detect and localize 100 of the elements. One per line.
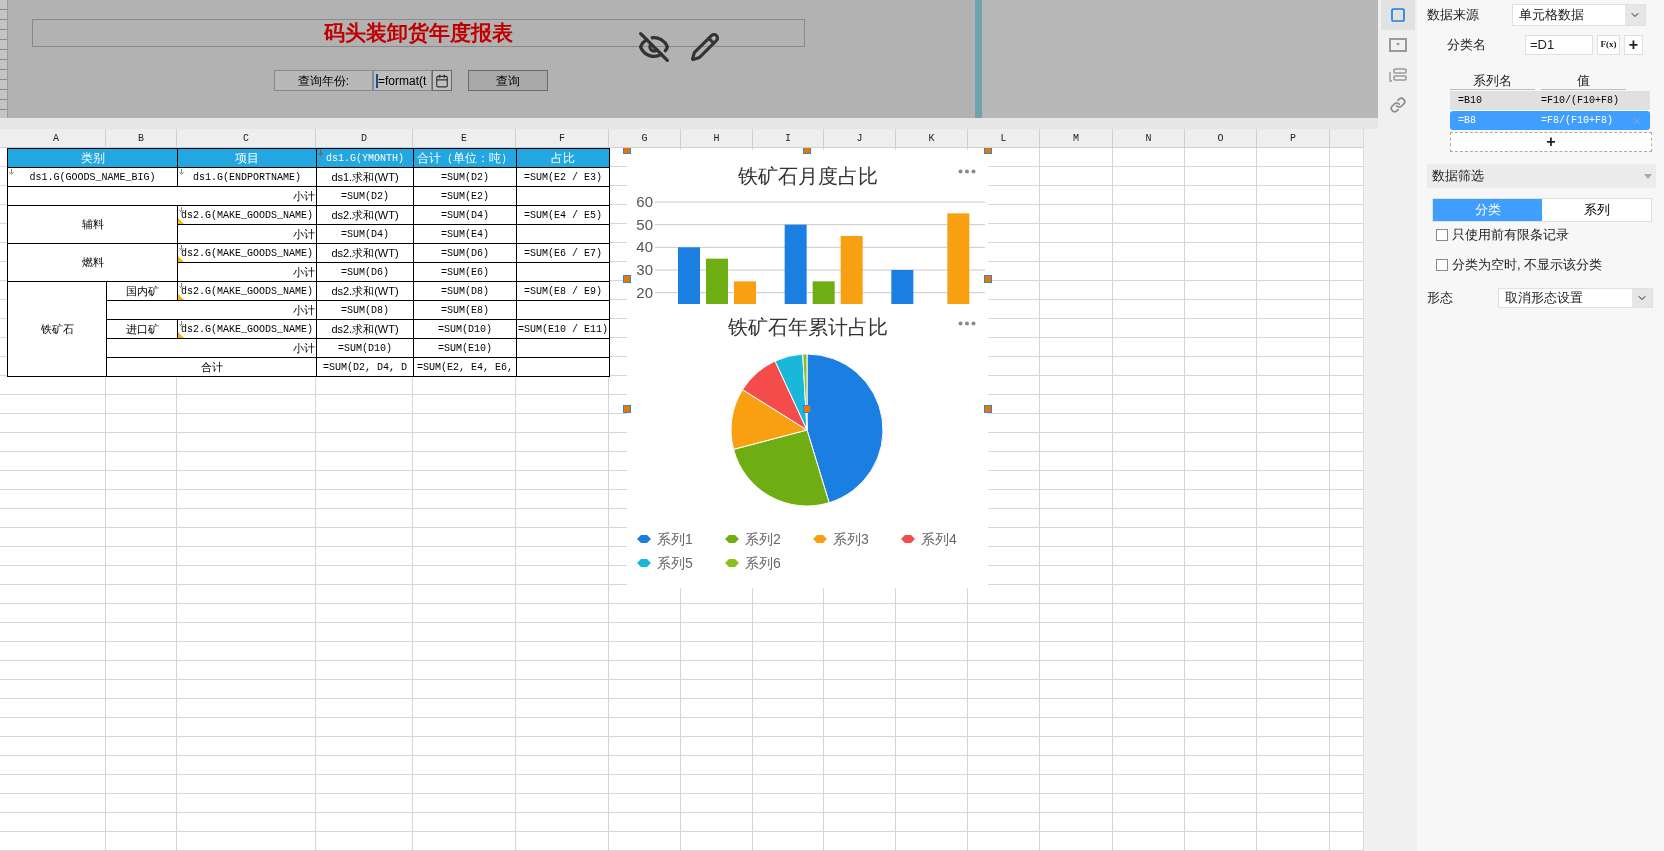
series-column-header: 系列名 — [1450, 71, 1535, 90]
column-letter[interactable]: K — [896, 129, 968, 147]
add-button[interactable]: + — [1624, 35, 1643, 55]
corner-triangle-icon — [178, 332, 184, 338]
add-series-button[interactable]: + — [1450, 132, 1652, 152]
calendar-button[interactable] — [432, 70, 452, 91]
column-letter[interactable]: I — [753, 129, 824, 147]
source-select[interactable]: 单元格数据 — [1512, 4, 1646, 26]
field-label: 分类名 — [1446, 36, 1487, 55]
calendar-icon — [435, 73, 449, 88]
resize-handle[interactable] — [803, 405, 811, 413]
style-select[interactable]: 取消形态设置 — [1498, 288, 1653, 308]
column-letter[interactable]: B — [106, 129, 177, 147]
field-label: 形态 — [1427, 289, 1454, 308]
series-name: =B10 — [1457, 94, 1483, 108]
resize-handle[interactable] — [984, 148, 992, 154]
table-cell: 辅料 — [7, 205, 178, 244]
frame-icon — [1389, 7, 1406, 23]
link-icon — [1389, 97, 1406, 113]
resize-handle[interactable] — [623, 275, 631, 283]
resize-handle[interactable] — [984, 405, 992, 413]
corner-triangle-icon — [178, 218, 184, 224]
legend-label[interactable]: 系列6 — [745, 552, 781, 574]
legend-label[interactable]: 系列1 — [657, 528, 693, 550]
side-tab[interactable] — [1380, 0, 1415, 30]
checkbox-label[interactable]: 只使用前有限条记录 — [1452, 225, 1569, 245]
y-axis-label: 40 — [636, 238, 653, 256]
query-label: 查询年份: — [274, 70, 373, 91]
legend-label[interactable]: 系列2 — [745, 528, 781, 550]
column-letter[interactable]: M — [1040, 129, 1113, 147]
more-icon[interactable] — [958, 169, 976, 174]
series-row[interactable]: =B10 =F10/(F10+F8) — [1450, 91, 1650, 110]
delete-icon[interactable] — [1632, 115, 1642, 126]
expand-arrow-icon — [179, 169, 184, 175]
series-name: =B8 — [1457, 114, 1477, 128]
section-title: 数据筛选 — [1432, 167, 1485, 186]
resize-handle[interactable] — [623, 405, 631, 413]
resize-handle[interactable] — [803, 148, 811, 154]
bar — [734, 281, 756, 304]
table-cell: 铁矿石 — [7, 281, 107, 377]
column-letter[interactable]: C — [177, 129, 316, 147]
y-axis-label: 30 — [636, 261, 653, 278]
column-letter[interactable]: J — [824, 129, 896, 147]
bar — [678, 247, 700, 304]
y-axis-label: 20 — [636, 283, 653, 301]
hidden-icon[interactable] — [638, 31, 670, 63]
bar — [840, 236, 863, 304]
column-header: 类别 — [7, 148, 178, 168]
checkbox-label[interactable]: 分类为空时, 不显示该分类 — [1452, 255, 1603, 275]
column-letter[interactable]: P — [1257, 129, 1330, 147]
chart-title: 铁矿石月度占比 — [737, 164, 878, 189]
caret-icon — [1644, 173, 1652, 179]
splitter-bar[interactable] — [975, 0, 982, 118]
column-header: 项目 — [177, 148, 317, 168]
dropdown-field-icon — [1388, 38, 1407, 52]
legend-label[interactable]: 系列5 — [657, 552, 693, 574]
formula-button[interactable]: F(x) — [1597, 35, 1620, 55]
year-input[interactable]: =format(t — [373, 70, 432, 91]
column-letter[interactable]: N — [1113, 129, 1185, 147]
resize-handle[interactable] — [623, 148, 631, 154]
query-button[interactable]: 查询 — [468, 70, 548, 91]
column-letter[interactable]: E — [413, 129, 516, 147]
table-cell: 燃料 — [7, 243, 178, 282]
column-letter[interactable]: H — [681, 129, 753, 147]
expand-arrow-icon — [9, 169, 14, 175]
checkbox[interactable] — [1436, 229, 1448, 241]
column-header: ds1.G(YMONTH) — [316, 148, 414, 168]
bar — [891, 270, 914, 304]
corner-triangle-icon — [178, 294, 184, 300]
column-letter[interactable]: D — [316, 129, 413, 147]
edit-icon[interactable] — [690, 32, 720, 62]
section-header[interactable]: 数据筛选 — [1427, 164, 1656, 188]
column-letter[interactable]: F — [516, 129, 609, 147]
more-icon[interactable] — [958, 321, 976, 326]
chart-title: 铁矿石年累计占比 — [727, 315, 888, 340]
column-letter[interactable]: O — [1185, 129, 1257, 147]
field-label: 数据来源 — [1427, 6, 1480, 25]
y-axis-label: 50 — [636, 215, 653, 233]
legend-label[interactable]: 系列4 — [921, 528, 957, 550]
series-value: =F10/(F10+F8) — [1541, 94, 1620, 108]
filter-tab[interactable]: 系列 — [1542, 199, 1651, 221]
column-header: 合计（单位：吨） — [413, 148, 517, 168]
report-title: 码头装卸货年度报表 — [324, 20, 513, 47]
category-input[interactable]: =D1 — [1525, 35, 1593, 55]
column-letter[interactable]: A — [7, 129, 106, 147]
series-column-header: 值 — [1541, 71, 1626, 90]
bar — [706, 258, 728, 304]
scrollbar[interactable] — [1363, 129, 1378, 851]
expand-arrow-icon — [318, 150, 323, 156]
resize-handle[interactable] — [984, 275, 992, 283]
layout-icon — [1388, 68, 1407, 82]
column-letter[interactable]: G — [609, 129, 681, 147]
column-header: 占比 — [516, 148, 610, 168]
legend-label[interactable]: 系列3 — [833, 528, 869, 550]
bar — [812, 281, 835, 304]
checkbox[interactable] — [1436, 259, 1448, 271]
corner-triangle-icon — [178, 256, 184, 262]
y-axis-label: 60 — [636, 193, 653, 210]
column-letter[interactable]: L — [968, 129, 1040, 147]
series-value: =F8/(F10+F8) — [1541, 114, 1614, 128]
